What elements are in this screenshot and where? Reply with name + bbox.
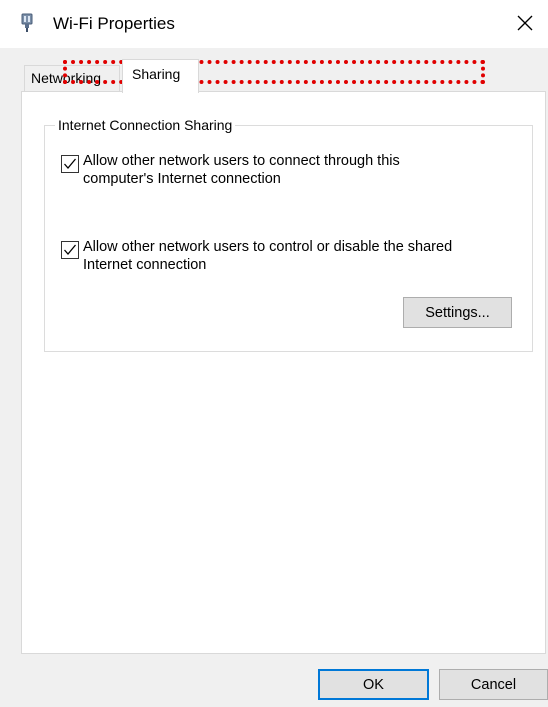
title-bar: Wi-Fi Properties <box>0 0 548 48</box>
allow-connect-checkbox[interactable] <box>61 155 79 173</box>
tab-networking[interactable]: Networking <box>24 65 120 92</box>
checkmark-icon <box>64 244 76 256</box>
close-button[interactable] <box>502 8 548 42</box>
allow-connect-row: Allow other network users to connect thr… <box>61 152 473 188</box>
close-icon <box>517 15 533 36</box>
checkmark-icon <box>64 158 76 170</box>
window-title: Wi-Fi Properties <box>53 14 175 33</box>
settings-button[interactable]: Settings... <box>403 297 512 328</box>
allow-connect-label[interactable]: Allow other network users to connect thr… <box>83 152 473 188</box>
allow-control-label[interactable]: Allow other network users to control or … <box>83 238 473 274</box>
group-label: Internet Connection Sharing <box>55 116 236 134</box>
ok-button[interactable]: OK <box>318 669 429 700</box>
allow-control-checkbox[interactable] <box>61 241 79 259</box>
network-adapter-icon <box>20 13 34 33</box>
cancel-button[interactable]: Cancel <box>439 669 548 700</box>
wifi-properties-dialog: Wi-Fi Properties Networking Sharing Inte… <box>0 0 548 707</box>
sharing-tab-panel: Internet Connection Sharing Allow other … <box>21 91 546 654</box>
tab-sharing[interactable]: Sharing <box>122 59 199 93</box>
allow-control-row: Allow other network users to control or … <box>61 238 473 274</box>
